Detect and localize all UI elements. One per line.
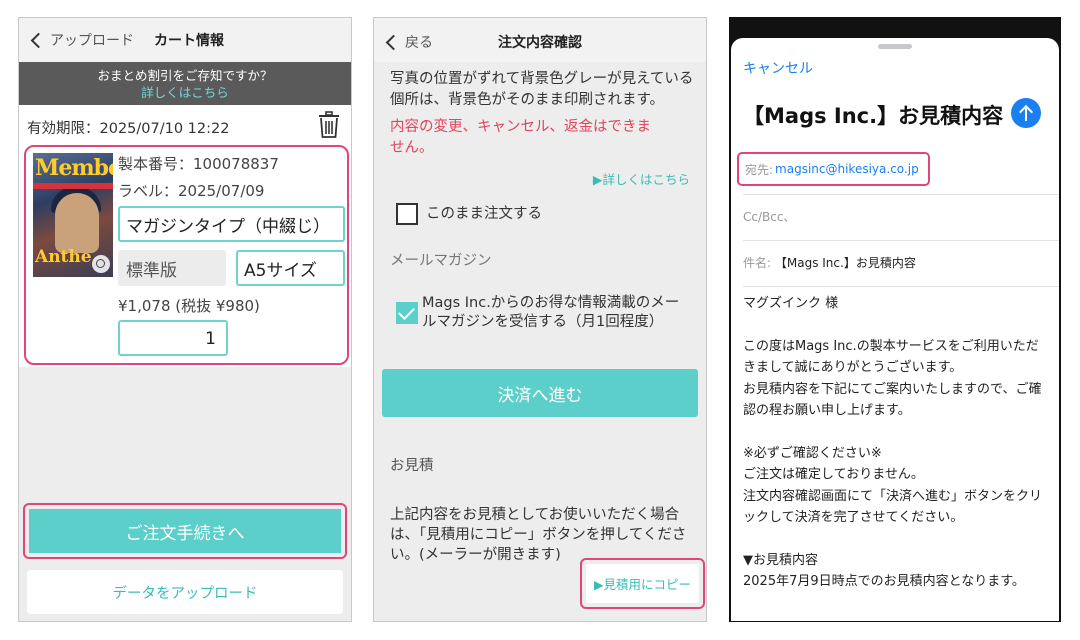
body-greeting: マグズインク 様	[743, 296, 839, 311]
upload-data-button[interactable]: データをアップロード	[27, 570, 343, 614]
no-refund-warning: 内容の変更、キャンセル、返金はできません。	[390, 119, 651, 156]
back-label: 戻る	[405, 35, 433, 51]
edition-select[interactable]: 標準版	[118, 250, 226, 286]
to-address[interactable]: magsinc@hikesiya.co.jp	[775, 162, 919, 176]
subject-value[interactable]: 【Mags Inc.】お見積内容	[775, 256, 916, 270]
order-button-highlight: ご注文手続きへ	[23, 503, 347, 559]
size-select[interactable]: A5サイズ	[236, 250, 345, 286]
quantity-input[interactable]: 1	[118, 320, 228, 356]
expiry-date: 有効期限：2025/07/10 12:22	[27, 121, 230, 137]
compose-sheet: キャンセル 【Mags Inc.】お見積内容 宛先: magsinc@hikes…	[731, 38, 1059, 621]
order-as-is-checkbox[interactable]	[396, 203, 418, 225]
proceed-order-button[interactable]: ご注文手続きへ	[29, 509, 341, 553]
magazine-cover-thumbnail[interactable]: Member Anthe	[33, 153, 113, 277]
chevron-left-icon	[385, 34, 402, 50]
body-paragraph: この度はMags Inc.の製本サービスをご利用いただきまして誠にありがとうござ…	[743, 338, 1042, 419]
to-label: 宛先:	[745, 162, 774, 177]
back-button[interactable]: アップロード	[50, 30, 134, 50]
cc-bcc-field[interactable]: Cc/Bcc、	[743, 208, 795, 225]
details-link[interactable]: ▶詳しくはこちら	[593, 169, 690, 188]
promo-text: おまとめ割引をご存知ですか？	[97, 68, 273, 83]
item-price: ¥1,078 (税抜 ¥980)	[118, 297, 260, 315]
cart-screen: アップロード カート情報 おまとめ割引をご存知ですか？ 詳しくはこちら 有効期限…	[18, 17, 352, 622]
magazine-type-select[interactable]: マガジンタイプ（中綴じ）	[118, 206, 345, 242]
cover-bottom-text: Anthe	[35, 247, 92, 267]
divider	[743, 286, 1059, 287]
trash-icon[interactable]	[317, 111, 341, 139]
product-number: 製本番号：100078837	[118, 155, 279, 173]
copy-for-quote-button[interactable]: ▶見積用にコピー	[586, 564, 699, 603]
sheet-grabber[interactable]	[878, 44, 912, 49]
cancel-button[interactable]: キャンセル	[743, 58, 813, 78]
body-paragraph: ▼お見積内容 2025年7月9日時点でのお見積内容となります。	[743, 552, 1025, 590]
cover-player-shape	[55, 193, 99, 253]
promo-banner: おまとめ割引をご存知ですか？ 詳しくはこちら	[19, 62, 351, 105]
compose-title: 【Mags Inc.】お見積内容	[743, 104, 1004, 128]
product-label: ラベル：2025/07/09	[118, 182, 265, 200]
cart-nav-bar: アップロード カート情報	[19, 18, 351, 62]
subject-label: 件名:	[743, 256, 772, 270]
mail-compose-screen: キャンセル 【Mags Inc.】お見積内容 宛先: magsinc@hikes…	[729, 17, 1061, 622]
zoom-icon[interactable]	[92, 255, 110, 273]
send-arrow-icon[interactable]	[1011, 98, 1041, 128]
item-highlight-box: Member Anthe 製本番号：100078837 ラベル：2025/07/…	[24, 145, 349, 365]
order-as-is-label[interactable]: このまま注文する	[426, 205, 542, 224]
cover-title: Member	[35, 155, 113, 181]
subject-field[interactable]: 件名: 【Mags Inc.】お見積内容	[743, 254, 916, 271]
divider	[743, 194, 1059, 195]
confirm-nav-bar: 注文内容確認 戻る	[374, 18, 706, 62]
newsletter-checkbox[interactable]	[396, 302, 418, 324]
order-confirm-screen: 注文内容確認 戻る 写真の位置がずれて背景色グレーが見えている個所は、背景色がそ…	[373, 17, 707, 622]
cover-band	[33, 183, 113, 189]
print-notice: 写真の位置がずれて背景色グレーが見えている個所は、背景色がそのまま印刷されます。	[390, 71, 694, 108]
body-paragraph: ※必ずご確認ください※ ご注文は確定しておりません。 注文内容確認画面にて「決済…	[743, 445, 1043, 526]
quote-heading: お見積	[390, 458, 434, 474]
mail-body[interactable]: マグズインク 様 この度はMags Inc.の製本サービスをご利用いただきまして…	[743, 293, 1048, 593]
chevron-left-icon[interactable]	[30, 32, 47, 48]
page-title: カート情報	[154, 33, 224, 49]
back-button[interactable]: 戻る	[384, 32, 433, 52]
cart-item-card: 有効期限：2025/07/10 12:22 Member Anthe 製本番号：…	[19, 105, 351, 367]
newsletter-label[interactable]: Mags Inc.からのお得な情報満載のメールマガジンを受信する（月1回程度）	[422, 294, 692, 332]
confirm-body: 写真の位置がずれて背景色グレーが見えている個所は、背景色がそのまま印刷されます。…	[374, 62, 706, 621]
proceed-payment-button[interactable]: 決済へ進む	[382, 369, 698, 417]
copy-button-highlight: ▶見積用にコピー	[580, 558, 705, 609]
newsletter-heading: メールマガジン	[390, 253, 492, 269]
promo-link[interactable]: 詳しくはこちら	[19, 84, 351, 101]
quote-instructions: 上記内容をお見積としてお使いいただく場合は、「見積用にコピー」ボタンを押してくだ…	[390, 507, 687, 563]
divider	[743, 240, 1059, 241]
to-field[interactable]: 宛先: magsinc@hikesiya.co.jp	[737, 152, 930, 186]
